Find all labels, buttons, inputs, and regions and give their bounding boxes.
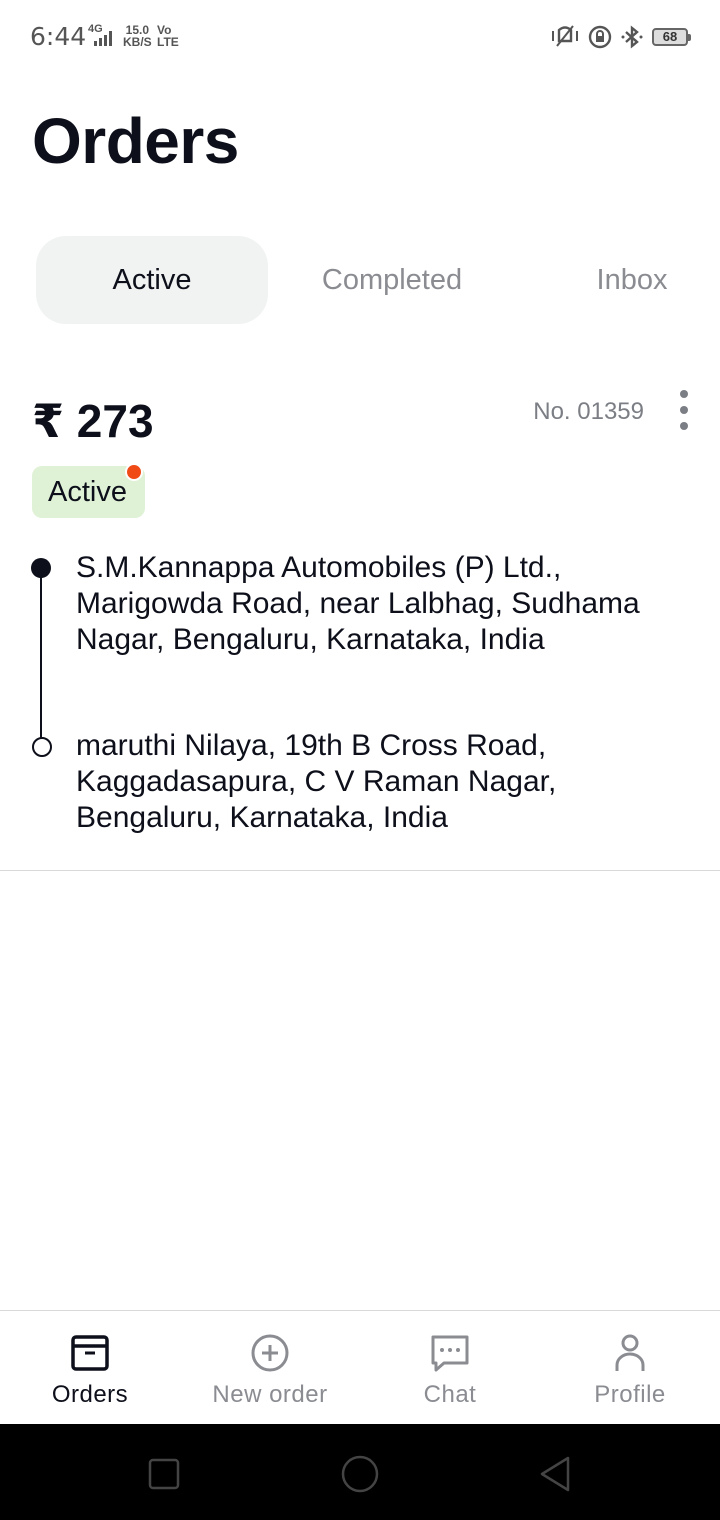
status-badge-label: Active xyxy=(48,476,127,508)
chat-icon xyxy=(431,1335,469,1372)
battery-icon: 68 xyxy=(652,28,691,46)
status-bar: 6:44 4G 15.0 KB/S Vo LTE 68 xyxy=(0,0,720,76)
order-tabs: Active Completed Inbox xyxy=(36,236,696,324)
network-speed: 15.0 KB/S xyxy=(123,24,152,48)
status-badge: Active xyxy=(32,463,145,518)
nav-new-order-label: New order xyxy=(212,1381,328,1408)
nav-orders[interactable]: Orders xyxy=(0,1311,180,1425)
nav-new-order[interactable]: New order xyxy=(180,1311,360,1425)
home-button[interactable] xyxy=(338,1452,382,1496)
pickup-marker-icon xyxy=(31,558,51,578)
person-icon xyxy=(615,1334,645,1371)
tab-active[interactable]: Active xyxy=(36,236,268,324)
plus-circle-icon xyxy=(251,1334,289,1372)
nav-chat[interactable]: Chat xyxy=(360,1311,540,1425)
pickup-address: S.M.Kannappa Automobiles (P) Ltd., Marig… xyxy=(76,551,640,656)
more-dot xyxy=(680,406,688,414)
nav-chat-label: Chat xyxy=(423,1381,477,1408)
order-number: No. 01359 xyxy=(533,398,644,425)
back-button[interactable] xyxy=(534,1452,578,1496)
bluetooth-icon xyxy=(621,25,643,49)
nav-orders-label: Orders xyxy=(51,1381,129,1408)
status-time: 6:44 xyxy=(30,22,87,51)
tab-inbox[interactable]: Inbox xyxy=(516,236,720,324)
volte-bottom: LTE xyxy=(157,35,179,49)
tab-completed[interactable]: Completed xyxy=(276,236,508,324)
status-icons: 68 xyxy=(550,24,691,50)
bottom-navigation: Orders New order Chat Profile xyxy=(0,1310,720,1425)
signal-icon xyxy=(94,31,112,46)
nav-profile-label: Profile xyxy=(594,1381,666,1408)
box-icon xyxy=(71,1335,109,1371)
vibrate-icon xyxy=(552,25,578,47)
more-dot xyxy=(680,422,688,430)
volte-indicator: Vo LTE xyxy=(157,24,179,48)
rotation-lock-icon xyxy=(588,25,612,49)
speed-unit: KB/S xyxy=(123,35,152,49)
order-price: ₹ 273 xyxy=(32,395,154,447)
more-dot xyxy=(680,390,688,398)
page-title: Orders xyxy=(32,105,239,177)
order-card[interactable]: ₹ 273 No. 01359 Active S.M.Kannappa Auto… xyxy=(0,370,720,871)
recents-button[interactable] xyxy=(142,1452,186,1496)
system-navigation-bar xyxy=(0,1424,720,1520)
nav-profile[interactable]: Profile xyxy=(540,1311,720,1425)
route-line xyxy=(40,568,42,746)
more-options-button[interactable] xyxy=(672,390,696,430)
drop-marker-icon xyxy=(32,737,52,757)
notification-dot xyxy=(124,463,143,481)
drop-address: maruthi Nilaya, 19th B Cross Road, Kagga… xyxy=(76,729,557,834)
